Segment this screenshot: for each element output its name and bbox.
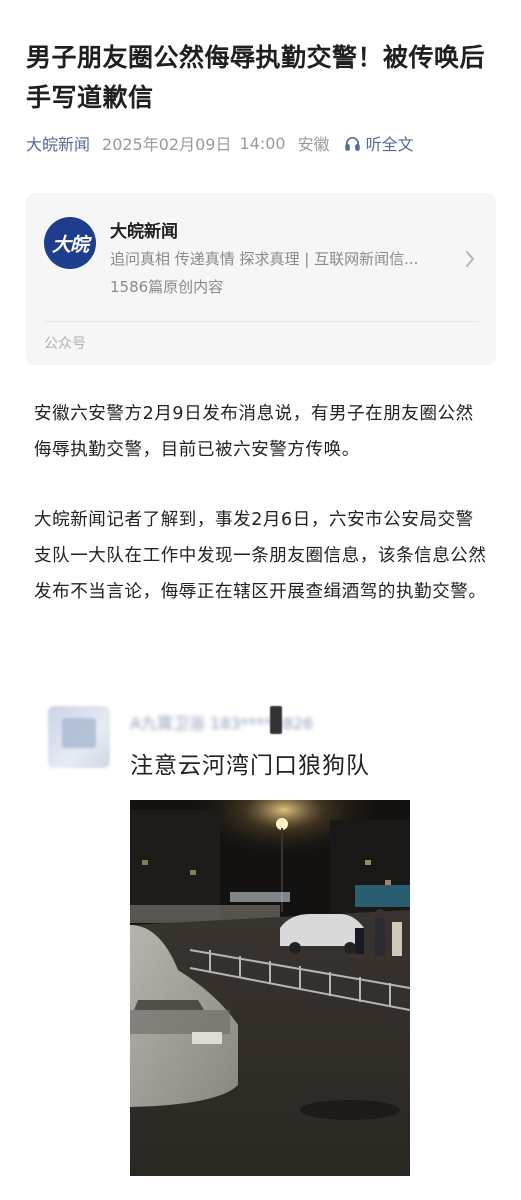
blurred-username: A九霄卫浴 183****5826: [130, 714, 314, 733]
blurred-avatar: [48, 706, 110, 768]
moments-screenshot-image: A九霄卫浴 183****5826 注意云河湾门口狼狗队: [34, 678, 486, 1188]
headphones-icon: [344, 136, 360, 151]
account-logo: 大皖: [44, 217, 96, 269]
article-paragraph: 大皖新闻记者了解到，事发2月6日，六安市公安局交警支队一大队在工作中发现一条朋友…: [34, 510, 487, 602]
account-type-label: 公众号: [44, 336, 86, 352]
account-article-count: 1586篇原创内容: [110, 278, 224, 296]
article-title: 男子朋友圈公然侮辱执勤交警！被传唤后手写道歉信: [26, 43, 486, 112]
article-meta: 大皖新闻 2025年02月09日 14:00 安徽 听全文: [26, 130, 414, 156]
publish-date: 2025年02月09日: [102, 135, 232, 154]
account-card[interactable]: 大皖 大皖新闻 追问真相 传递真情 探求真理 | 互联网新闻信... 1586篇…: [26, 193, 496, 365]
account-description: 追问真相 传递真情 探求真理 | 互联网新闻信...: [110, 250, 419, 268]
article-paragraph: 安徽六安警方2月9日发布消息说，有男子在朋友圈公然侮辱执勤交警，目前已被六安警方…: [34, 404, 474, 460]
chevron-right-icon: [466, 251, 474, 267]
listen-label: 听全文: [365, 135, 414, 154]
phone-icon: [270, 706, 282, 734]
account-name: 大皖新闻: [110, 222, 178, 242]
night-street-photo: [130, 800, 410, 1176]
publish-time: 14:00: [239, 133, 286, 153]
post-text: 注意云河湾门口狼狗队: [130, 753, 370, 779]
source-link[interactable]: 大皖新闻: [26, 131, 90, 155]
listen-button[interactable]: 听全文: [344, 131, 414, 155]
publish-region: 安徽: [297, 135, 330, 154]
card-divider: [44, 321, 478, 322]
